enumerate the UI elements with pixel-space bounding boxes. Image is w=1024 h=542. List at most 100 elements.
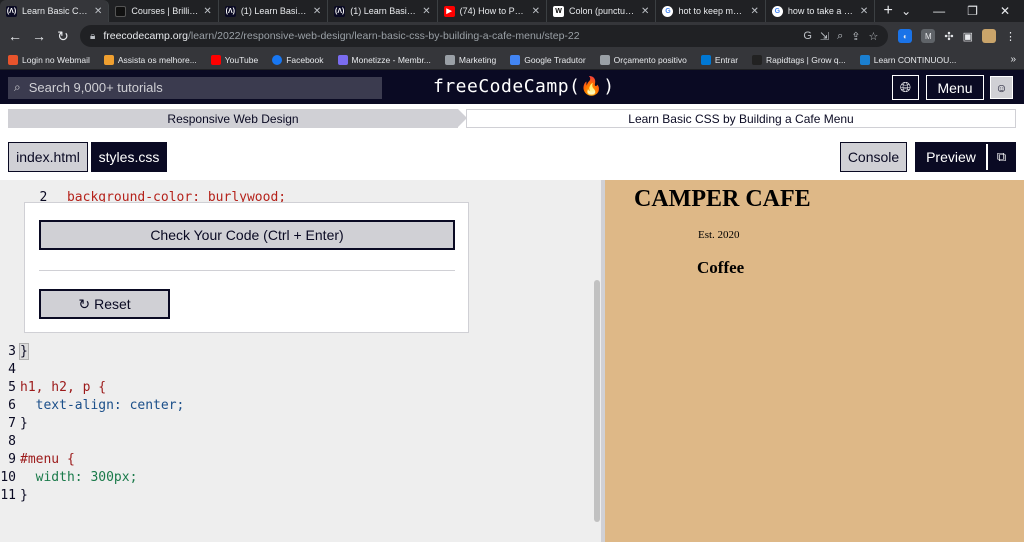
browser-tab[interactable]: (Λ) (1) Learn Basic CS ✕	[219, 0, 329, 22]
reload-icon[interactable]: ↻	[56, 28, 70, 45]
extension-icon[interactable]: M	[921, 29, 936, 43]
bookmark-item[interactable]: Learn CONTINUOU...	[859, 54, 956, 65]
preview-label: Preview	[926, 149, 976, 165]
close-icon[interactable]: ✕	[313, 6, 321, 17]
breadcrumb: Responsive Web Design Learn Basic CSS by…	[0, 104, 1024, 132]
bookmark-icon	[859, 54, 870, 65]
google-icon: G	[662, 5, 674, 17]
browser-tab[interactable]: W Colon (punctuatio ✕	[547, 0, 657, 22]
close-icon[interactable]: ✕	[532, 6, 540, 17]
popout-icon[interactable]: ⧉	[986, 144, 1015, 170]
sidebar-icon[interactable]: ▣	[963, 30, 973, 43]
puzzle-icon[interactable]: ✣	[944, 30, 953, 43]
tab-styles-css[interactable]: styles.css	[91, 142, 167, 172]
bookmark-item[interactable]: Rapidtags | Grow q...	[752, 54, 846, 65]
fcc-logo[interactable]: freeCodeCamp(🔥)	[433, 76, 615, 97]
code-editor[interactable]: 2 background-color: burlywood; Check You…	[0, 180, 601, 542]
code-line: 5 h1, h2, p {	[8, 380, 107, 395]
browser-tab[interactable]: G hot to keep my le ✕	[656, 0, 766, 22]
browser-tab[interactable]: Courses | Brilliant ✕	[109, 0, 219, 22]
profile-avatar-icon[interactable]	[982, 29, 996, 43]
back-icon[interactable]: ←	[8, 28, 22, 44]
install-icon[interactable]: ⇲	[820, 30, 829, 43]
close-window-icon[interactable]: ✕	[1000, 4, 1010, 18]
avatar[interactable]: ☺	[990, 76, 1013, 99]
close-icon[interactable]: ✕	[641, 6, 649, 17]
bookmark-icon	[337, 54, 348, 65]
facebook-icon	[272, 54, 283, 65]
bookmark-item[interactable]: YouTube	[210, 54, 258, 65]
lock-icon[interactable]: 🔒︎	[90, 31, 95, 42]
code-line: 10 width: 300px;	[0, 470, 138, 485]
action-panel: Check Your Code (Ctrl + Enter) ↻ Reset	[24, 202, 469, 333]
new-tab-button[interactable]: +	[875, 0, 901, 22]
translate-icon	[510, 54, 521, 65]
browser-tab-strip: (Λ) Learn Basic CSS b ✕ Courses | Brilli…	[0, 0, 1024, 22]
google-icon[interactable]: G	[803, 30, 812, 42]
bookmarks-bar: Login no Webmail Assista os melhore... Y…	[0, 50, 1024, 70]
console-button[interactable]: Console	[840, 142, 907, 172]
forward-icon[interactable]: →	[32, 28, 46, 44]
code-line: 11}	[0, 488, 28, 503]
zoom-icon[interactable]: ⌕	[837, 30, 843, 43]
bookmark-icon	[752, 54, 763, 65]
code-line: 8	[8, 434, 16, 449]
bookmark-item[interactable]: Login no Webmail	[8, 54, 90, 65]
tab-title: Courses | Brilliant	[131, 6, 199, 16]
browser-tab[interactable]: G how to take a scre ✕	[766, 0, 876, 22]
close-icon[interactable]: ✕	[203, 6, 211, 17]
folder-icon	[599, 54, 610, 65]
maximize-icon[interactable]: ❐	[967, 4, 978, 18]
google-icon: G	[771, 5, 783, 17]
bookmark-item[interactable]: Monetizze - Membr...	[337, 54, 431, 65]
bookmark-item[interactable]: Google Tradutor	[510, 54, 586, 65]
search-placeholder: Search 9,000+ tutorials	[28, 80, 163, 95]
close-icon[interactable]: ✕	[94, 6, 102, 17]
menu-button[interactable]: Menu	[926, 75, 984, 100]
reset-label: Reset	[94, 296, 131, 312]
code-line: 4	[8, 362, 16, 377]
editor-scrollbar[interactable]	[594, 280, 600, 522]
brilliant-icon	[115, 5, 127, 17]
language-globe-icon[interactable]: 🌐︎	[892, 75, 919, 100]
tab-title: (1) Learn Basic CS	[350, 6, 417, 16]
extension-icon[interactable]: ◐	[898, 29, 913, 43]
bookmark-item[interactable]: Entrar	[700, 54, 738, 65]
fcc-icon: (Λ)	[224, 5, 236, 17]
close-icon[interactable]: ✕	[750, 6, 758, 17]
code-line: 3}	[8, 343, 29, 360]
preview-button[interactable]: Preview ⧉	[915, 142, 1016, 172]
bookmark-folder[interactable]: Marketing	[444, 54, 496, 65]
bookmark-item[interactable]: Facebook	[272, 54, 324, 65]
reset-button[interactable]: ↻ Reset	[39, 289, 170, 319]
fcc-icon: (Λ)	[6, 5, 17, 17]
bookmark-star-icon[interactable]: ☆	[869, 30, 879, 43]
breadcrumb-block[interactable]: Learn Basic CSS by Building a Cafe Menu	[466, 109, 1016, 128]
browser-tab[interactable]: (Λ) (1) Learn Basic CS ✕	[328, 0, 438, 22]
bookmark-folder[interactable]: Orçamento positivo	[599, 54, 687, 65]
preview-pane: CAMPER CAFE Est. 2020 Coffee	[605, 180, 1024, 542]
bookmark-icon	[103, 54, 114, 65]
tab-title: Colon (punctuatio	[569, 6, 637, 16]
tab-title: Learn Basic CSS b	[22, 6, 90, 16]
tab-index-html[interactable]: index.html	[8, 142, 88, 172]
tab-title: how to take a scre	[787, 6, 855, 16]
kebab-menu-icon[interactable]: ⋮	[1005, 30, 1016, 43]
breadcrumb-superblock[interactable]: Responsive Web Design	[8, 109, 467, 128]
share-icon[interactable]: ⇪	[851, 30, 860, 43]
browser-tab[interactable]: (Λ) Learn Basic CSS b ✕	[0, 0, 110, 22]
close-icon[interactable]: ✕	[422, 6, 430, 17]
close-icon[interactable]: ✕	[860, 6, 868, 17]
fcc-icon: (Λ)	[334, 5, 346, 17]
tab-title: (1) Learn Basic CS	[240, 6, 308, 16]
minimize-icon[interactable]: —	[933, 4, 945, 18]
url-input[interactable]: 🔒︎ freecodecamp.org/learn/2022/responsiv…	[80, 25, 889, 47]
tab-search-icon[interactable]: ⌄	[901, 4, 911, 18]
bookmark-item[interactable]: Assista os melhore...	[103, 54, 197, 65]
check-code-button[interactable]: Check Your Code (Ctrl + Enter)	[39, 220, 455, 250]
fcc-header: ⌕ Search 9,000+ tutorials freeCodeCamp(🔥…	[0, 71, 1024, 104]
search-input[interactable]: ⌕ Search 9,000+ tutorials	[8, 76, 382, 99]
more-bookmarks-icon[interactable]: »	[1010, 54, 1016, 65]
browser-tab[interactable]: ▶ (74) How to Pron ✕	[438, 0, 548, 22]
tab-title: hot to keep my le	[678, 6, 746, 16]
